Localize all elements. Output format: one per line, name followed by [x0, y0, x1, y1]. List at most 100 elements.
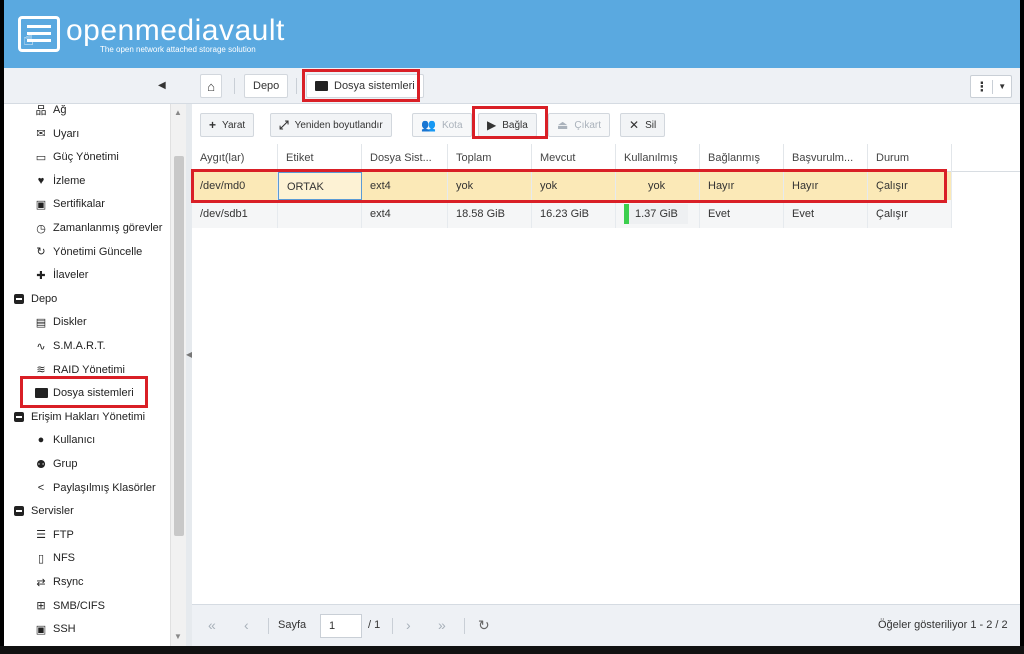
breadcrumb-item-depo[interactable]: Depo — [244, 74, 289, 98]
cell-referenced: Hayır — [784, 172, 868, 200]
nav-tree: 品 Ağ ✉ Uyarı ▭ Güç Yönetimi ♥ İzleme ▣ Sertifikal… — [4, 104, 170, 646]
more-options-button[interactable]: ⋮ ▼ — [970, 75, 1012, 98]
pager-separator — [464, 618, 465, 634]
sidebar-item-ftp[interactable]: ☰ FTP — [34, 525, 74, 545]
sidebar-item-zamanlanmış-görevler[interactable]: ◷ Zamanlanmış görevler — [34, 218, 162, 238]
sidebar-item-servisler[interactable]: Servisler — [12, 501, 74, 521]
cell-total: 18.58 GiB — [448, 200, 532, 228]
scrollbar-thumb[interactable] — [174, 156, 184, 536]
cell-device: /dev/sdb1 — [192, 200, 278, 228]
sidebar-item-ağ[interactable]: 品 Ağ — [34, 104, 67, 120]
column-header[interactable]: Aygıt(lar) — [192, 144, 278, 172]
sidebar-item-erişim-hakları-yönetimi[interactable]: Erişim Hakları Yönetimi — [12, 407, 145, 427]
sidebar-item-güç-yönetimi[interactable]: ▭ Güç Yönetimi — [34, 147, 119, 167]
play-icon: ▶ — [487, 118, 497, 132]
column-header[interactable]: Bağlanmış — [700, 144, 784, 172]
mount-label: Bağla — [502, 119, 528, 131]
sidebar-item-uyarı[interactable]: ✉ Uyarı — [34, 124, 79, 144]
sidebar-item-label: Erişim Hakları Yönetimi — [31, 410, 146, 423]
sidebar-scrollbar[interactable]: ▲ ▼ — [170, 104, 186, 646]
sidebar-item-depo[interactable]: Depo — [12, 289, 57, 309]
sidebar-item-label: Diskler — [53, 316, 87, 329]
sidebar-item-smb-cifs[interactable]: ⊞ SMB/CIFS — [34, 596, 105, 616]
pulse-icon: ∿ — [36, 340, 46, 353]
column-header[interactable]: Dosya Sist... — [362, 144, 448, 172]
puzzle-icon: ✚ — [36, 269, 46, 282]
close-icon: ✕ — [629, 118, 640, 132]
last-page-icon[interactable]: » — [438, 617, 446, 633]
scroll-down-icon[interactable]: ▼ — [174, 632, 182, 641]
cell-fs: ext4 — [362, 172, 448, 200]
quota-label: Kota — [441, 119, 463, 131]
table-row[interactable]: /dev/sdb1 ext4 18.58 GiB 16.23 GiB 1.37 GiB E… — [192, 200, 952, 228]
sidebar-item-raid-yönetimi[interactable]: ≋ RAID Yönetimi — [34, 360, 125, 380]
collapse-sidebar-icon[interactable]: ◀ — [158, 80, 166, 91]
previous-page-icon[interactable]: ‹ — [244, 617, 249, 633]
sidebar-item-grup[interactable]: ⚉ Grup — [34, 454, 77, 474]
app-name: openmediavault — [66, 14, 285, 47]
sidebar-item-i-zleme[interactable]: ♥ İzleme — [34, 171, 86, 191]
sidebar-item-ssh[interactable]: ▣ SSH — [34, 619, 76, 639]
sync-icon: ⇄ — [36, 576, 46, 589]
resize-button[interactable]: ⤢ Yeniden boyutlandır — [270, 113, 392, 137]
hand-cursor-icon: ☝ — [23, 29, 34, 49]
delete-label: Sil — [645, 119, 657, 131]
sidebar-item-paylaşılmış-klasörler[interactable]: < Paylaşılmış Klasörler — [34, 478, 156, 498]
sidebar-item-yönetimi-güncelle[interactable]: ↻ Yönetimi Güncelle — [34, 242, 142, 262]
home-button[interactable]: ⌂ — [200, 74, 222, 98]
scroll-up-icon[interactable]: ▲ — [174, 108, 182, 117]
filesystem-grid: Aygıt(lar) Etiket Dosya Sist... Toplam Mevcu… — [192, 144, 1020, 604]
sidebar-item-label: Kullanıcı — [53, 434, 96, 447]
column-header[interactable]: Toplam — [448, 144, 532, 172]
sidebar-item-kullanıcı[interactable]: ● Kullanıcı — [34, 430, 96, 450]
sidebar-item-label: Servisler — [31, 505, 74, 518]
sidebar-item-dosya-sistemleri[interactable]: Dosya sistemleri — [34, 383, 134, 403]
column-header[interactable]: Durum — [868, 144, 952, 172]
unmount-button[interactable]: ⏏ Çıkart — [548, 113, 611, 137]
column-header[interactable]: Başvurulm... — [784, 144, 868, 172]
folder-icon — [34, 386, 48, 400]
home-icon: ⌂ — [207, 78, 215, 94]
sidebar-item-nfs[interactable]: ▯ NFS — [34, 548, 75, 568]
sidebar-item-rsync[interactable]: ⇄ Rsync — [34, 572, 84, 592]
sidebar-item-label: Paylaşılmış Klasörler — [53, 481, 156, 494]
sidebar-item-s-m-a-r-t-[interactable]: ∿ S.M.A.R.T. — [34, 336, 105, 356]
sidebar-item-i-laveler[interactable]: ✚ İlaveler — [34, 265, 88, 285]
refresh-icon[interactable]: ↻ — [478, 617, 490, 634]
sidebar-item-label: FTP — [53, 528, 74, 541]
app-window: ☝ openmediavault The open network attach… — [4, 0, 1020, 646]
next-page-icon[interactable]: › — [406, 617, 411, 633]
column-header[interactable]: Etiket — [278, 144, 362, 172]
resize-label: Yeniden boyutlandır — [294, 119, 383, 131]
collapse-icon — [12, 410, 26, 424]
user-icon: ● — [37, 434, 45, 447]
unmount-label: Çıkart — [574, 119, 602, 131]
sidebar-item-label: SSH — [53, 623, 76, 636]
quota-button[interactable]: 👥 Kota — [412, 113, 472, 137]
breadcrumb-item-file-systems[interactable]: Dosya sistemleri — [306, 74, 424, 98]
battery-icon: ▭ — [35, 151, 47, 164]
delete-button[interactable]: ✕ Sil — [620, 113, 666, 137]
page-number-input[interactable]: 1 — [320, 614, 362, 638]
sidebar-item-sertifikalar[interactable]: ▣ Sertifikalar — [34, 194, 105, 214]
sidebar-header: ◀ — [4, 68, 186, 104]
breadcrumb-separator — [296, 78, 297, 94]
collapse-icon — [12, 292, 26, 306]
create-button[interactable]: + Yarat — [200, 113, 255, 137]
heart-pulse-icon: ♥ — [37, 174, 45, 187]
vertical-dots-icon: ⋮ — [975, 78, 989, 94]
first-page-icon[interactable]: « — [208, 617, 216, 633]
pagination-bar: « ‹ Sayfa 1 / 1 › » ↻ Öğeler gösteriliyo… — [192, 604, 1020, 646]
app-tagline: The open network attached storage soluti… — [100, 45, 256, 54]
terminal-icon: ▣ — [35, 623, 47, 636]
windows-icon: ⊞ — [36, 600, 46, 613]
sidebar-item-label: Rsync — [53, 576, 84, 588]
sidebar: ◀ 品 Ağ ✉ Uyarı ▭ Güç Yönetimi ♥ İzleme ▣ Sertifik… — [4, 68, 186, 646]
column-header[interactable]: Kullanılmış — [616, 144, 700, 172]
sidebar-item-label: Sertifikalar — [53, 198, 105, 211]
mount-button[interactable]: ▶ Bağla — [478, 113, 537, 137]
table-row[interactable]: /dev/md0 ORTAK ext4 yok yok yok Hayır Hayır Çalı… — [192, 172, 952, 200]
sidebar-item-label: Yönetimi Güncelle — [53, 245, 143, 258]
sidebar-item-diskler[interactable]: ▤ Diskler — [34, 312, 87, 332]
column-header[interactable]: Mevcut — [532, 144, 616, 172]
